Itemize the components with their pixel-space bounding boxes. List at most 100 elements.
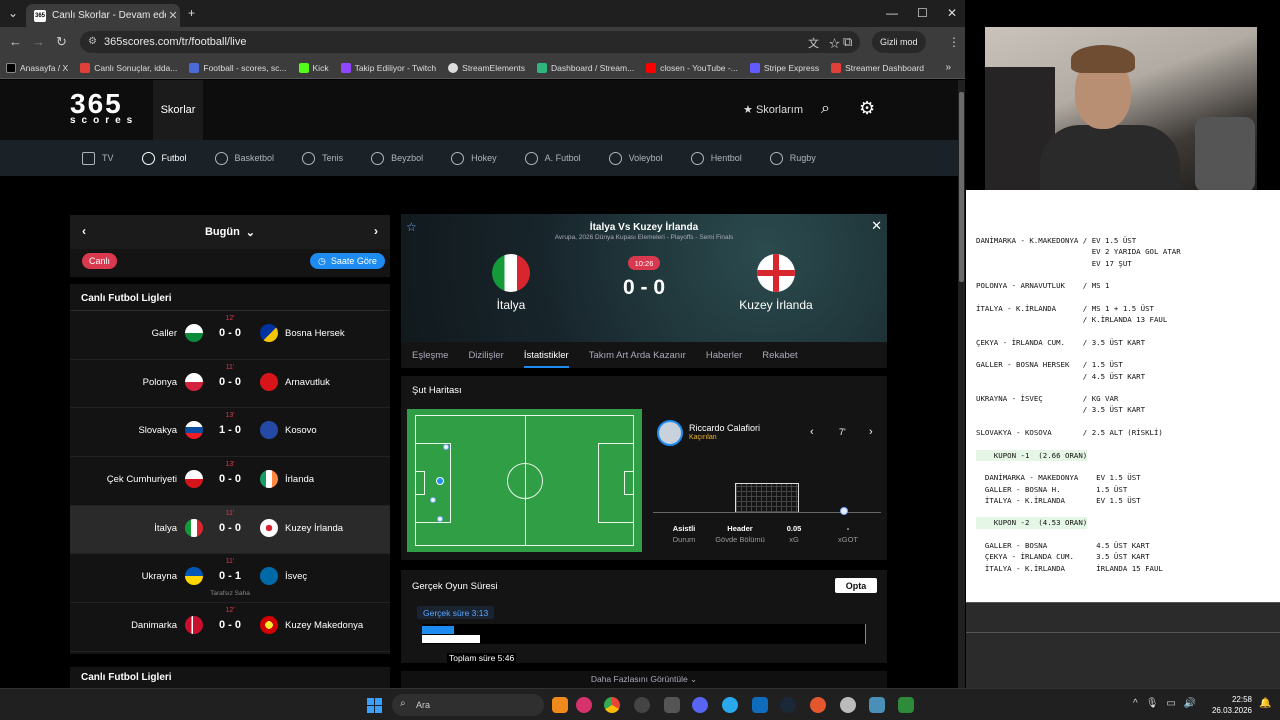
tab-search-icon[interactable]: ⌄ <box>8 6 18 20</box>
match-tab[interactable]: Dizilişler <box>468 342 503 368</box>
scrollbar[interactable] <box>958 80 965 688</box>
game-row[interactable]: 12' Galler 0 - 0 Bosna Hersek <box>70 311 390 360</box>
close-tab-icon[interactable]: ✕ <box>166 9 180 22</box>
extensions-icon[interactable]: ⧉ <box>843 34 852 50</box>
close-window-icon[interactable]: ✕ <box>947 6 957 20</box>
my-scores-link[interactable]: ★ Skorlarım <box>743 103 803 116</box>
next-day-icon[interactable]: › <box>374 224 378 238</box>
discord-icon[interactable] <box>692 697 708 713</box>
bookmark-item[interactable]: Stripe Express <box>749 62 819 73</box>
windows-start-icon[interactable] <box>367 698 382 713</box>
date-label[interactable]: Bugün <box>205 226 240 238</box>
away-team-name[interactable]: Kuzey İrlanda <box>726 298 826 312</box>
notification-icon[interactable]: 🔔 <box>1259 698 1271 709</box>
site-logo[interactable]: 365 scores <box>70 90 144 130</box>
vlc-icon[interactable] <box>552 697 568 713</box>
sport-baseball[interactable]: Beyzbol <box>371 151 423 165</box>
new-tab-icon[interactable]: + <box>188 6 195 20</box>
sport-basketball[interactable]: Basketbol <box>214 151 274 165</box>
game-row[interactable]: 11' İtalya 0 - 0 Kuzey İrlanda <box>70 505 390 555</box>
steam-icon[interactable] <box>780 697 796 713</box>
bookmark-item[interactable]: Anasayfa / X <box>6 62 68 73</box>
next-shot-icon[interactable]: › <box>869 426 873 438</box>
bookmark-item[interactable]: closen - YouTube -... <box>646 62 738 73</box>
bookmark-item[interactable]: Dashboard / Stream... <box>537 62 634 73</box>
taskbar-search[interactable]: ⌕ Ara <box>392 694 544 716</box>
more-bookmarks-icon[interactable]: » <box>945 62 951 73</box>
incognito-label: Gizli mod <box>880 37 918 47</box>
clock[interactable]: 22:58 26.03.2026 <box>1210 694 1252 716</box>
note-line: DANİMARKA - K.MAKEDONYA / EV 1.5 ÜST <box>976 236 1137 245</box>
sport-tv[interactable]: TV <box>82 151 114 165</box>
prev-day-icon[interactable]: ‹ <box>82 224 86 238</box>
player-name[interactable]: Riccardo Calafiori <box>689 423 760 433</box>
menu-icon[interactable]: ⋮ <box>948 35 960 49</box>
game-row[interactable]: 12' Danimarka 0 - 0 Kuzey Makedonya <box>70 603 390 652</box>
game-row[interactable]: 13' Çek Cumhuriyeti 0 - 0 İrlanda <box>70 457 390 506</box>
avatar <box>657 420 683 446</box>
match-tab[interactable]: Haberler <box>706 342 742 368</box>
northern-ireland-flag-icon <box>757 254 795 292</box>
excel-icon[interactable] <box>898 697 914 713</box>
system-tray[interactable]: ^🎙▭🔊 <box>1133 698 1204 709</box>
shot-marker[interactable] <box>430 497 436 503</box>
bookmark-item[interactable]: Takip Ediliyor - Twitch <box>340 62 436 73</box>
game-row[interactable]: 11' Polonya 0 - 0 Arnavutluk <box>70 360 390 409</box>
sport-american-football[interactable]: A. Futbol <box>524 151 581 165</box>
bookmark-item[interactable]: StreamElements <box>448 62 525 73</box>
game-score: 0 - 0 <box>218 521 241 534</box>
bookmark-item[interactable]: Kick <box>298 62 329 73</box>
sport-handball[interactable]: Hentbol <box>690 151 742 165</box>
match-tab[interactable]: Takım Art Arda Kazanır <box>589 342 686 368</box>
home-team: Çek Cumhuriyeti <box>106 474 177 486</box>
sport-volleyball[interactable]: Voleybol <box>608 151 663 165</box>
telegram-icon[interactable] <box>722 697 738 713</box>
app-icon[interactable] <box>810 697 826 713</box>
show-more-button[interactable]: Daha Fazlasını Görüntüle ⌄ <box>401 671 887 688</box>
forward-icon[interactable]: → <box>32 34 45 49</box>
bookmark-item[interactable]: Canlı Sonuçlar, idda... <box>80 62 177 73</box>
chrome-icon[interactable] <box>604 697 620 713</box>
network-app-icon[interactable] <box>869 697 885 713</box>
settings-icon[interactable] <box>840 697 856 713</box>
site-info-icon[interactable]: ⚙ <box>88 36 97 47</box>
pitch-lines <box>415 415 634 546</box>
search-icon[interactable]: ⌕ <box>821 100 830 118</box>
match-tab[interactable]: İstatistikler <box>523 342 569 368</box>
shot-marker[interactable] <box>443 444 449 450</box>
shot-marker[interactable] <box>437 516 443 522</box>
shot-marker-selected[interactable] <box>436 477 444 485</box>
m-app-icon[interactable] <box>664 697 680 713</box>
sport-hockey[interactable]: Hokey <box>451 151 497 165</box>
scrollbar-thumb[interactable] <box>959 92 964 282</box>
media-player-icon[interactable] <box>576 697 592 713</box>
by-time-button[interactable]: ◷ Saate Göre <box>310 253 385 269</box>
mail-icon[interactable] <box>752 697 768 713</box>
match-tab[interactable]: Eşleşme <box>412 342 448 368</box>
incognito-badge[interactable]: Gizli mod <box>872 31 926 53</box>
url-field[interactable]: ⚙ 365scores.com/tr/football/live 文☆ <box>80 31 860 53</box>
chevron-down-icon[interactable]: ⌄ <box>246 226 255 239</box>
shot-stat: - xGOT <box>818 524 878 544</box>
nav-scores[interactable]: Skorlar <box>153 80 203 140</box>
live-button[interactable]: Canlı <box>82 253 118 269</box>
match-clock: 10:26 <box>628 256 660 270</box>
sport-tennis[interactable]: Tenis <box>302 151 343 165</box>
back-icon[interactable]: ← <box>9 34 22 49</box>
sport-rugby[interactable]: Rugby <box>769 151 816 165</box>
prev-shot-icon[interactable]: ‹ <box>810 426 814 438</box>
shot-stat-label: xGOT <box>838 535 858 544</box>
game-row[interactable]: 13' Slovakya 1 - 0 Kosovo <box>70 408 390 458</box>
gear-icon[interactable]: ⚙ <box>859 98 875 119</box>
home-team-name[interactable]: İtalya <box>461 298 561 312</box>
bookmark-item[interactable]: Football - scores, sc... <box>189 62 287 73</box>
reload-icon[interactable]: ↻ <box>56 34 67 50</box>
browser-tab[interactable]: 365 Canlı Skorlar - Devam eden maç ✕ <box>26 4 180 27</box>
sport-football[interactable]: Futbol <box>141 151 187 165</box>
maximize-icon[interactable]: ☐ <box>917 6 928 20</box>
obs-icon[interactable] <box>634 697 650 713</box>
match-tab[interactable]: Rekabet <box>762 342 797 368</box>
minimize-icon[interactable]: — <box>886 6 898 20</box>
game-row[interactable]: 11' Ukrayna 0 - 1 İsveç Tarafsız Saha <box>70 554 390 604</box>
bookmark-item[interactable]: Streamer Dashboard <box>831 62 924 73</box>
